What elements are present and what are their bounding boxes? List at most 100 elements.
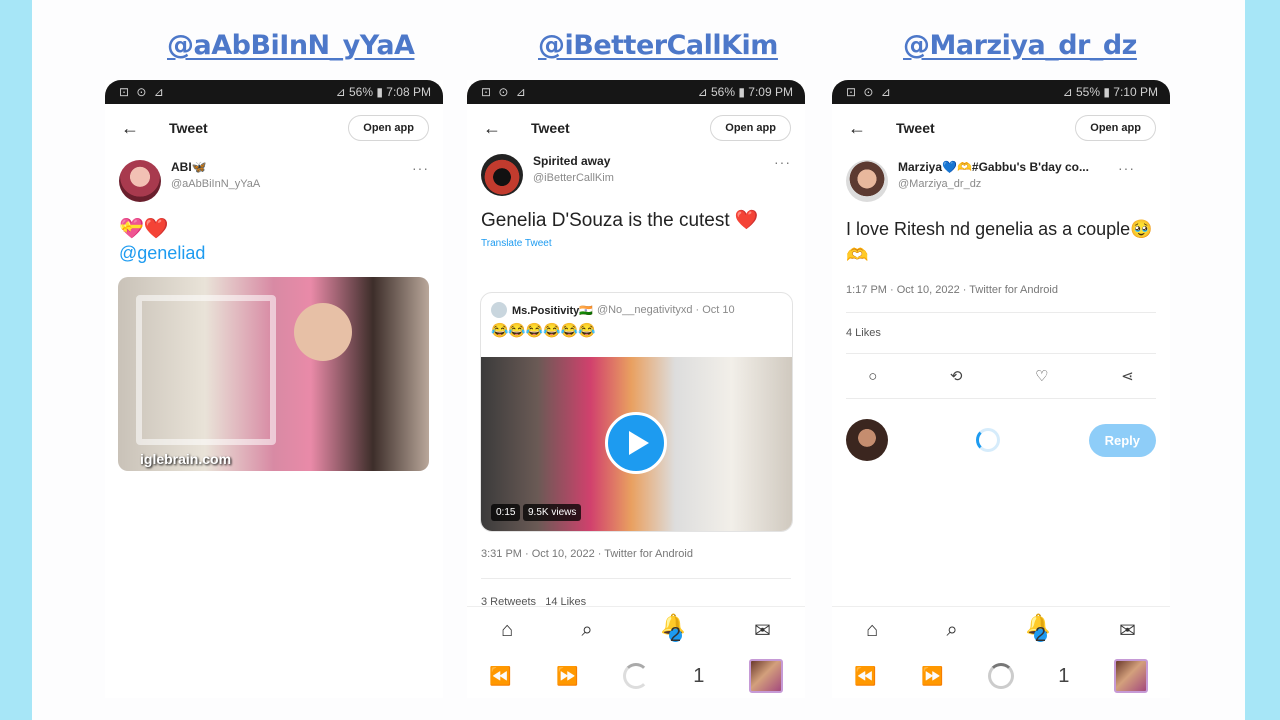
- tweet-author[interactable]: ABI🦋 @aAbBiInN_yYaA ···: [105, 152, 443, 202]
- loading-spinner: [622, 663, 649, 689]
- panel-handle: @iBetterCallKim: [538, 30, 778, 61]
- image-face-shape: [294, 303, 352, 361]
- tweet-topbar: ← Tweet Open app: [105, 104, 443, 152]
- video-thumbnail[interactable]: 0:15 9.5K views: [481, 357, 792, 531]
- bell-icon[interactable]: 🔔 2: [661, 612, 686, 650]
- bottom-nav: ⌂ ⌕ 🔔 2 ✉: [467, 606, 805, 654]
- bell-icon[interactable]: 🔔 2: [1026, 612, 1051, 650]
- likes-count[interactable]: 4 Likes: [832, 313, 1170, 353]
- tab-thumbnail[interactable]: [748, 659, 783, 693]
- prev-icon[interactable]: ⏪: [854, 666, 876, 687]
- page-title: Tweet: [169, 120, 208, 136]
- battery-level: 56%: [348, 85, 374, 99]
- bottom-nav: ⌂ ⌕ 🔔 2 ✉: [832, 606, 1170, 654]
- status-time: 7:10 PM: [1113, 85, 1158, 99]
- more-options-icon[interactable]: ···: [774, 154, 791, 170]
- reply-icon[interactable]: ○: [868, 368, 877, 385]
- tweet-text: I love Ritesh nd genelia as a couple🥹🫶: [846, 219, 1153, 265]
- display-name[interactable]: Marziya💙🫶#Gabbu's B'day co...: [898, 160, 1118, 174]
- back-arrow-icon[interactable]: ←: [121, 118, 155, 139]
- mail-icon[interactable]: ✉: [754, 618, 771, 643]
- tweet-topbar: ← Tweet Open app: [467, 104, 805, 152]
- display-name[interactable]: ABI🦋: [171, 160, 412, 174]
- tab-count[interactable]: 1: [693, 665, 704, 688]
- retweet-icon[interactable]: ⟲: [950, 367, 963, 385]
- username[interactable]: @aAbBiInN_yYaA: [171, 178, 412, 190]
- tab-thumbnail[interactable]: [1113, 659, 1148, 693]
- status-icons: ⊡ ⊙ ⊿: [846, 85, 893, 99]
- back-arrow-icon[interactable]: ←: [483, 118, 517, 139]
- phone-screen: ⊡ ⊙ ⊿ ⊿ 56% ▮ 7:08 PM ← Tweet Open app A…: [105, 80, 443, 698]
- prev-icon[interactable]: ⏪: [489, 666, 511, 687]
- quoted-tweet[interactable]: Ms.Positivity🇮🇳 @No__negativityxd · Oct …: [480, 292, 793, 532]
- status-bar: ⊡ ⊙ ⊿ ⊿ 55% ▮ 7:10 PM: [832, 80, 1170, 104]
- reply-composer: Reply: [832, 399, 1170, 461]
- quote-text: 😂😂😂😂😂😂: [491, 322, 596, 338]
- quote-display-name[interactable]: Ms.Positivity🇮🇳: [512, 304, 593, 317]
- search-icon[interactable]: ⌕: [581, 619, 592, 642]
- display-name[interactable]: Spirited away: [533, 154, 774, 168]
- username[interactable]: @iBetterCallKim: [533, 172, 774, 184]
- avatar[interactable]: [846, 160, 888, 202]
- open-app-button[interactable]: Open app: [348, 115, 429, 141]
- open-app-button[interactable]: Open app: [710, 115, 791, 141]
- my-avatar: [846, 419, 888, 461]
- author-names: Spirited away @iBetterCallKim: [523, 154, 774, 184]
- tweet-actions: ○ ⟲ ♡ ⋖: [832, 354, 1170, 398]
- author-names: ABI🦋 @aAbBiInN_yYaA: [161, 160, 412, 190]
- quote-username[interactable]: @No__negativityxd: [597, 304, 693, 316]
- status-bar: ⊡ ⊙ ⊿ ⊿ 56% ▮ 7:08 PM: [105, 80, 443, 104]
- quote-header: Ms.Positivity🇮🇳 @No__negativityxd · Oct …: [481, 293, 792, 318]
- reply-button[interactable]: Reply: [1088, 423, 1156, 457]
- tweet-emoji-text: 💝❤️: [119, 218, 169, 240]
- home-icon[interactable]: ⌂: [866, 619, 878, 642]
- panel-handle: @Marziya_dr_dz: [903, 30, 1137, 61]
- status-right: ⊿ 56% ▮ 7:08 PM: [335, 85, 431, 99]
- page-title: Tweet: [531, 120, 570, 136]
- quote-avatar[interactable]: [491, 302, 507, 318]
- loading-spinner: [976, 428, 1001, 452]
- next-icon[interactable]: ⏩: [556, 666, 578, 687]
- tweet-author[interactable]: Spirited away @iBetterCallKim ···: [467, 152, 805, 196]
- tweet-topbar: ← Tweet Open app: [832, 104, 1170, 152]
- tweet-timestamp: 1:17 PM · Oct 10, 2022 · Twitter for And…: [846, 284, 1058, 296]
- image-frame-shape: [136, 295, 276, 445]
- panel-handle: @aAbBiInN_yYaA: [167, 30, 415, 61]
- open-app-button[interactable]: Open app: [1075, 115, 1156, 141]
- loading-spinner: [987, 663, 1014, 689]
- back-arrow-icon[interactable]: ←: [848, 118, 882, 139]
- stage: @aAbBiInN_yYaA ⊡ ⊙ ⊿ ⊿ 56% ▮ 7:08 PM ← T…: [32, 0, 1245, 720]
- translate-link[interactable]: Translate Tweet: [467, 234, 805, 249]
- avatar[interactable]: [119, 160, 161, 202]
- phone-screen: ⊡ ⊙ ⊿ ⊿ 55% ▮ 7:10 PM ← Tweet Open app M…: [832, 80, 1170, 698]
- play-button[interactable]: [605, 412, 667, 474]
- tweet-image[interactable]: iglebrain.com: [118, 277, 429, 471]
- tab-count[interactable]: 1: [1058, 665, 1069, 688]
- notification-badge: 2: [1033, 623, 1047, 646]
- page-title: Tweet: [896, 120, 935, 136]
- status-bar: ⊡ ⊙ ⊿ ⊿ 56% ▮ 7:09 PM: [467, 80, 805, 104]
- tweet-text: Genelia D'Souza is the cutest ❤️: [481, 210, 759, 231]
- username[interactable]: @Marziya_dr_dz: [898, 178, 1118, 190]
- more-options-icon[interactable]: ···: [1118, 160, 1135, 176]
- mention-link[interactable]: @geneliad: [105, 243, 443, 264]
- more-options-icon[interactable]: ···: [412, 160, 429, 176]
- divider: [481, 578, 791, 579]
- phone-screen: ⊡ ⊙ ⊿ ⊿ 56% ▮ 7:09 PM ← Tweet Open app S…: [467, 80, 805, 698]
- search-icon[interactable]: ⌕: [946, 619, 957, 642]
- home-icon[interactable]: ⌂: [501, 619, 513, 642]
- share-icon[interactable]: ⋖: [1121, 367, 1134, 385]
- status-time: 7:08 PM: [386, 85, 431, 99]
- browser-bar: ⏪ ⏩ 1: [467, 654, 805, 698]
- next-icon[interactable]: ⏩: [921, 666, 943, 687]
- mail-icon[interactable]: ✉: [1119, 618, 1136, 643]
- tweet-author[interactable]: Marziya💙🫶#Gabbu's B'day co... @Marziya_d…: [832, 152, 1170, 202]
- quote-date: · Oct 10: [695, 304, 735, 316]
- avatar[interactable]: [481, 154, 523, 196]
- status-time: 7:09 PM: [748, 85, 793, 99]
- like-icon[interactable]: ♡: [1035, 367, 1048, 385]
- video-views: 9.5K views: [523, 504, 582, 521]
- video-duration: 0:15: [491, 504, 521, 521]
- status-icons: ⊡ ⊙ ⊿: [119, 85, 166, 99]
- tweet-timestamp: 3:31 PM · Oct 10, 2022 · Twitter for And…: [481, 548, 693, 560]
